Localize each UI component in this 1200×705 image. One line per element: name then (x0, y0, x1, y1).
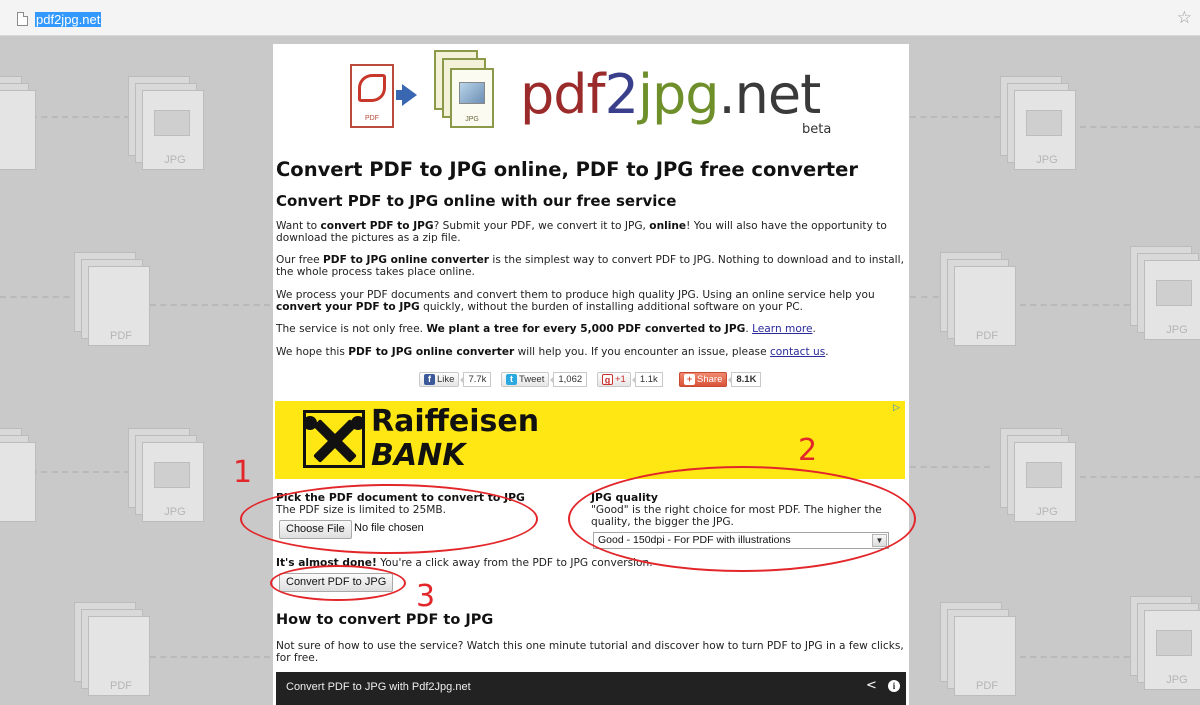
annotation-ellipse-1 (240, 484, 538, 554)
page-subtitle: Convert PDF to JPG online with our free … (276, 192, 677, 210)
bg-jpg-icon: JPG (1130, 246, 1200, 342)
dash-line (1080, 476, 1200, 478)
bg-jpg-icon: JPG (1000, 76, 1078, 172)
bg-jpg-icon: JPG (128, 428, 206, 524)
bg-pdf-icon: PDF (940, 252, 1018, 348)
contact-us-link[interactable]: contact us (770, 346, 825, 358)
bg-pdf-icon (0, 76, 38, 172)
like-count: 7.7k (460, 371, 492, 387)
bg-pdf-icon: PDF (940, 602, 1018, 698)
ad-brand-bank: BANK (371, 438, 466, 473)
intro-paragraph-3: We process your PDF documents and conver… (276, 289, 875, 313)
address-bar[interactable]: pdf2jpg.net ☆ (0, 0, 1200, 36)
annotation-number-3: 3 (416, 579, 436, 614)
learn-more-link[interactable]: Learn more (752, 323, 812, 335)
dash-line (150, 656, 270, 658)
dash-line (910, 116, 1000, 118)
share-widget[interactable]: + Share 8.1K (679, 371, 762, 387)
info-icon[interactable]: i (888, 680, 900, 692)
dash-line (150, 304, 270, 306)
bg-jpg-icon: JPG (1130, 596, 1200, 692)
gplus-count: 1.1k (631, 371, 663, 387)
intro-paragraph-1: Want to convert PDF to JPG? Submit your … (276, 220, 887, 244)
raiffeisen-logo-icon (303, 410, 365, 468)
logo-wordmark: pdf2jpg.net (520, 63, 821, 126)
facebook-like-widget[interactable]: f Like 7.7k (419, 371, 492, 387)
bg-jpg-icon: JPG (128, 76, 206, 172)
tweet-widget[interactable]: t Tweet 1,062 (501, 371, 588, 387)
dash-line (1080, 126, 1200, 128)
dash-line (1020, 304, 1140, 306)
share-button[interactable]: + Share (679, 371, 728, 387)
gplus-widget[interactable]: g +1 1.1k (597, 371, 663, 387)
tweet-count: 1,062 (550, 371, 588, 387)
gplus-button[interactable]: g +1 (597, 371, 631, 387)
main-content: PDF JPG pdf2jpg.net beta Convert PDF to … (273, 44, 909, 705)
bg-jpg-icon: JPG (1000, 428, 1078, 524)
site-logo[interactable]: PDF JPG pdf2jpg.net beta (350, 50, 840, 146)
facebook-like-button[interactable]: f Like (419, 371, 460, 387)
annotation-ellipse-2 (568, 466, 916, 572)
dash-line (0, 296, 80, 298)
annotation-ellipse-3 (270, 565, 406, 601)
intro-paragraph-5: We hope this PDF to JPG online converter… (276, 346, 829, 358)
page-icon (17, 12, 28, 26)
bg-pdf-icon (0, 428, 38, 524)
bg-pdf-icon: PDF (74, 252, 152, 348)
annotation-number-1: 1 (233, 455, 253, 490)
pdf-document-icon: PDF (350, 64, 394, 128)
url-text[interactable]: pdf2jpg.net (35, 12, 102, 27)
gplus-icon: g (602, 373, 613, 385)
intro-paragraph-2: Our free PDF to JPG online converter is … (276, 254, 904, 278)
bookmark-star-icon[interactable]: ☆ (1177, 8, 1192, 28)
ad-choices-icon[interactable]: ▷ (893, 403, 903, 413)
tweet-button[interactable]: t Tweet (501, 371, 550, 387)
dash-line (1020, 656, 1140, 658)
share-count: 8.1K (728, 371, 762, 387)
ad-brand-name: Raiffeisen (371, 404, 540, 439)
arrow-head-icon (402, 84, 417, 106)
share-icon[interactable]: < (866, 679, 880, 693)
tutorial-video-player[interactable]: Convert PDF to JPG with Pdf2Jpg.net < i (276, 672, 906, 705)
howto-title: How to convert PDF to JPG (276, 612, 494, 628)
howto-text: Not sure of how to use the service? Watc… (276, 640, 904, 664)
facebook-icon: f (424, 373, 435, 385)
share-icon: + (684, 373, 695, 385)
dash-line (910, 466, 990, 468)
bg-pdf-icon: PDF (74, 602, 152, 698)
beta-label: beta (802, 122, 832, 137)
annotation-number-2: 2 (798, 433, 818, 468)
page-title: Convert PDF to JPG online, PDF to JPG fr… (276, 158, 858, 181)
video-title[interactable]: Convert PDF to JPG with Pdf2Jpg.net (286, 681, 471, 693)
intro-paragraph-4: The service is not only free. We plant a… (276, 323, 816, 335)
jpg-document-icon: JPG (450, 68, 494, 128)
twitter-bird-icon: t (506, 373, 517, 385)
